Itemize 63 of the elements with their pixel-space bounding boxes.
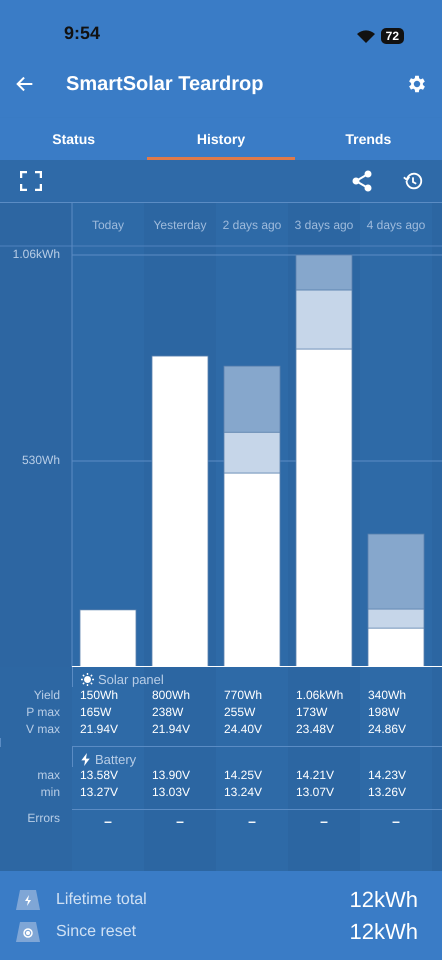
sun-icon [81,673,94,686]
table-cell-text: 800Wh [151,687,192,704]
table-cell-text: 24.86V [367,721,408,738]
table-cell-text: 165W [79,704,112,721]
table-cell-text: – [103,812,113,831]
axis-label: 1.06kWh [12,247,60,262]
category-label: 4 days ago [366,218,426,232]
table-cell-text: 255W [223,704,256,721]
table-cell-text: 21.94V [79,721,120,738]
table-cell-text: – [247,812,257,831]
table-cell-text: 150Wh [79,687,120,704]
table-cell-text: – [175,812,185,831]
total-value: 12kWh [350,886,418,912]
fullscreen-button[interactable] [20,171,42,191]
section-title: Solar panel [98,672,164,687]
category-label: 2 days ago [222,218,282,232]
table-cell-text: – [319,812,329,831]
section-title: Battery [95,752,136,767]
category-label: Yesterday [154,218,206,232]
category-label: 3 days ago [294,218,354,232]
total-value: 12kWh [350,918,418,944]
table-cell-text: 14.21V [295,767,336,784]
wifi-icon [356,30,375,42]
table-cell-text: 13.90V [151,767,192,784]
table-cell-text: 13.24V [223,784,264,801]
total-label: Since reset [56,922,138,940]
table-cell-text: 198W [367,704,400,721]
table-cell-text: 238W [151,704,184,721]
row-label: Errors [26,810,61,827]
screen-title: SmartSolar Teardrop [66,72,264,96]
table-cell-text: 14.23V [367,767,408,784]
table-cell-text: 14.25V [223,767,264,784]
row-label: max [36,767,61,784]
table-cell-text: 1.06kWh [295,687,344,704]
battery-indicator: 72 [380,28,404,44]
tab[interactable]: Status [0,118,148,160]
lightning-icon [81,753,91,766]
table-cell-text: – [391,812,401,831]
table-cell-text: 21.94V [151,721,192,738]
table-cell-text: 24.40V [223,721,264,738]
total-label: Lifetime total [56,890,148,908]
target-icon [16,922,40,942]
history-button[interactable] [402,170,424,192]
table-cell-text: 340Wh [367,687,408,704]
table-cell-text: 13.58V [79,767,120,784]
category-label: Today [92,218,124,232]
table-cell-text: 173W [295,704,328,721]
tab[interactable]: Trends [294,118,442,160]
table-cell-text: 13.26V [367,784,408,801]
lightning-icon [16,890,40,910]
share-button[interactable] [352,170,372,192]
table-cell-text: 13.07V [295,784,336,801]
table-cell-text: 23.48V [295,721,336,738]
axis-label: 530Wh [22,453,60,468]
clock: 9:54 [64,23,100,44]
table-cell-text: 13.27V [79,784,120,801]
row-label: min [40,784,61,801]
row-label: V max [24,721,61,738]
table-cell-text: 13.03V [151,784,192,801]
table-cell-text: 770Wh [223,687,264,704]
row-label: P max [25,704,61,721]
row-label: Yield [32,687,61,704]
settings-button[interactable] [406,73,428,95]
